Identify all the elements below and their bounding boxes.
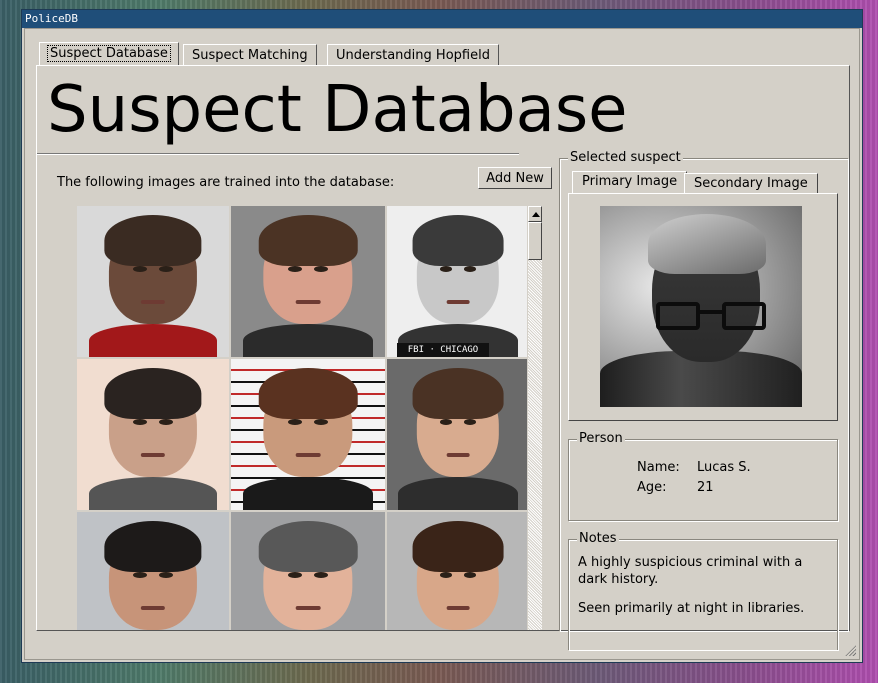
name-label: Name:	[637, 460, 680, 475]
tab-secondary-image[interactable]: Secondary Image	[684, 173, 818, 194]
thumb-shoulders	[89, 476, 217, 510]
suspect-thumbnail[interactable]	[77, 359, 229, 510]
tab-understanding-hopfield[interactable]: Understanding Hopfield	[327, 44, 499, 66]
suspect-portrait	[600, 206, 802, 407]
thumb-hair	[412, 521, 504, 573]
thumb-hair	[412, 215, 504, 267]
person-group: Person Name: Lucas S. Age: 21	[568, 431, 838, 521]
thumb-shoulders	[243, 476, 373, 510]
suspect-gallery[interactable]: FBI · CHICAGO	[77, 206, 527, 630]
thumb-mouth	[446, 299, 470, 305]
resize-grip-icon[interactable]	[844, 644, 856, 656]
thumb-mouth	[446, 452, 470, 458]
thumb-hair	[104, 368, 202, 420]
suspect-thumbnail[interactable]	[387, 512, 527, 630]
thumb-hair	[258, 215, 358, 267]
thumb-shoulders	[243, 323, 373, 357]
person-title: Person	[577, 431, 625, 447]
suspect-thumbnail[interactable]	[77, 512, 229, 630]
suspect-thumbnail[interactable]	[231, 206, 385, 357]
thumb-hair	[258, 368, 358, 420]
thumb-shoulders	[89, 323, 217, 357]
thumb-mouth	[446, 605, 470, 611]
scroll-thumb[interactable]	[528, 222, 542, 260]
thumb-hair	[258, 521, 358, 573]
window-client: Suspect Database Suspect Matching Unders…	[24, 28, 860, 660]
tab-primary-image[interactable]: Primary Image	[572, 171, 688, 194]
age-label: Age:	[637, 480, 667, 495]
glasses-icon	[656, 302, 766, 332]
gallery-scrollbar[interactable]	[528, 206, 542, 630]
suspect-thumbnail[interactable]: FBI · CHICAGO	[387, 206, 527, 357]
thumb-mouth	[140, 452, 166, 458]
thumb-mouth	[295, 452, 321, 458]
tab-suspect-matching[interactable]: Suspect Matching	[183, 44, 317, 66]
title-divider	[37, 153, 519, 155]
selected-suspect-title: Selected suspect	[568, 150, 683, 166]
tab-label: Understanding Hopfield	[336, 48, 490, 63]
tab-label: Secondary Image	[694, 176, 808, 191]
notes-line: A highly suspicious criminal with a dark…	[578, 555, 803, 587]
app-window: PoliceDB Suspect Database Suspect Matchi…	[22, 10, 862, 662]
tab-label: Suspect Matching	[192, 48, 308, 63]
suspect-thumbnail[interactable]	[387, 359, 527, 510]
notes-line: Seen primarily at night in libraries.	[578, 601, 805, 616]
thumb-mouth	[295, 299, 321, 305]
id-plate: FBI · CHICAGO	[397, 343, 489, 357]
age-value: 21	[697, 480, 714, 495]
tab-label: Primary Image	[582, 174, 678, 189]
thumb-hair	[104, 521, 202, 573]
selected-suspect-group: Selected suspect Primary Image Secondary…	[559, 150, 848, 650]
thumb-mouth	[140, 299, 166, 305]
tab-label: Suspect Database	[47, 45, 171, 62]
notes-group: Notes A highly suspicious criminal with …	[568, 531, 838, 650]
thumb-hair	[104, 215, 202, 267]
name-value: Lucas S.	[697, 460, 751, 475]
tab-suspect-database[interactable]: Suspect Database	[39, 42, 179, 66]
add-new-button[interactable]: Add New	[478, 167, 552, 189]
window-titlebar[interactable]: PoliceDB	[22, 10, 862, 28]
gallery-intro-text: The following images are trained into th…	[57, 175, 395, 190]
thumbnail-grid: FBI · CHICAGO	[77, 206, 527, 630]
primary-image-panel	[568, 193, 838, 421]
suspect-thumbnail[interactable]	[231, 359, 385, 510]
portrait-hair	[648, 214, 766, 274]
suspect-database-panel: Suspect Database The following images ar…	[36, 65, 850, 650]
thumb-hair	[412, 368, 504, 420]
suspect-thumbnail[interactable]	[77, 206, 229, 357]
thumb-shoulders	[398, 476, 518, 510]
notes-body: A highly suspicious criminal with a dark…	[578, 554, 828, 629]
thumb-mouth	[295, 605, 321, 611]
page-title: Suspect Database	[47, 73, 628, 147]
notes-title: Notes	[577, 531, 619, 547]
window-title: PoliceDB	[25, 12, 78, 25]
thumb-mouth	[140, 605, 166, 611]
scroll-up-arrow-icon[interactable]	[528, 206, 542, 222]
scroll-track[interactable]	[528, 222, 542, 630]
suspect-thumbnail[interactable]	[231, 512, 385, 630]
